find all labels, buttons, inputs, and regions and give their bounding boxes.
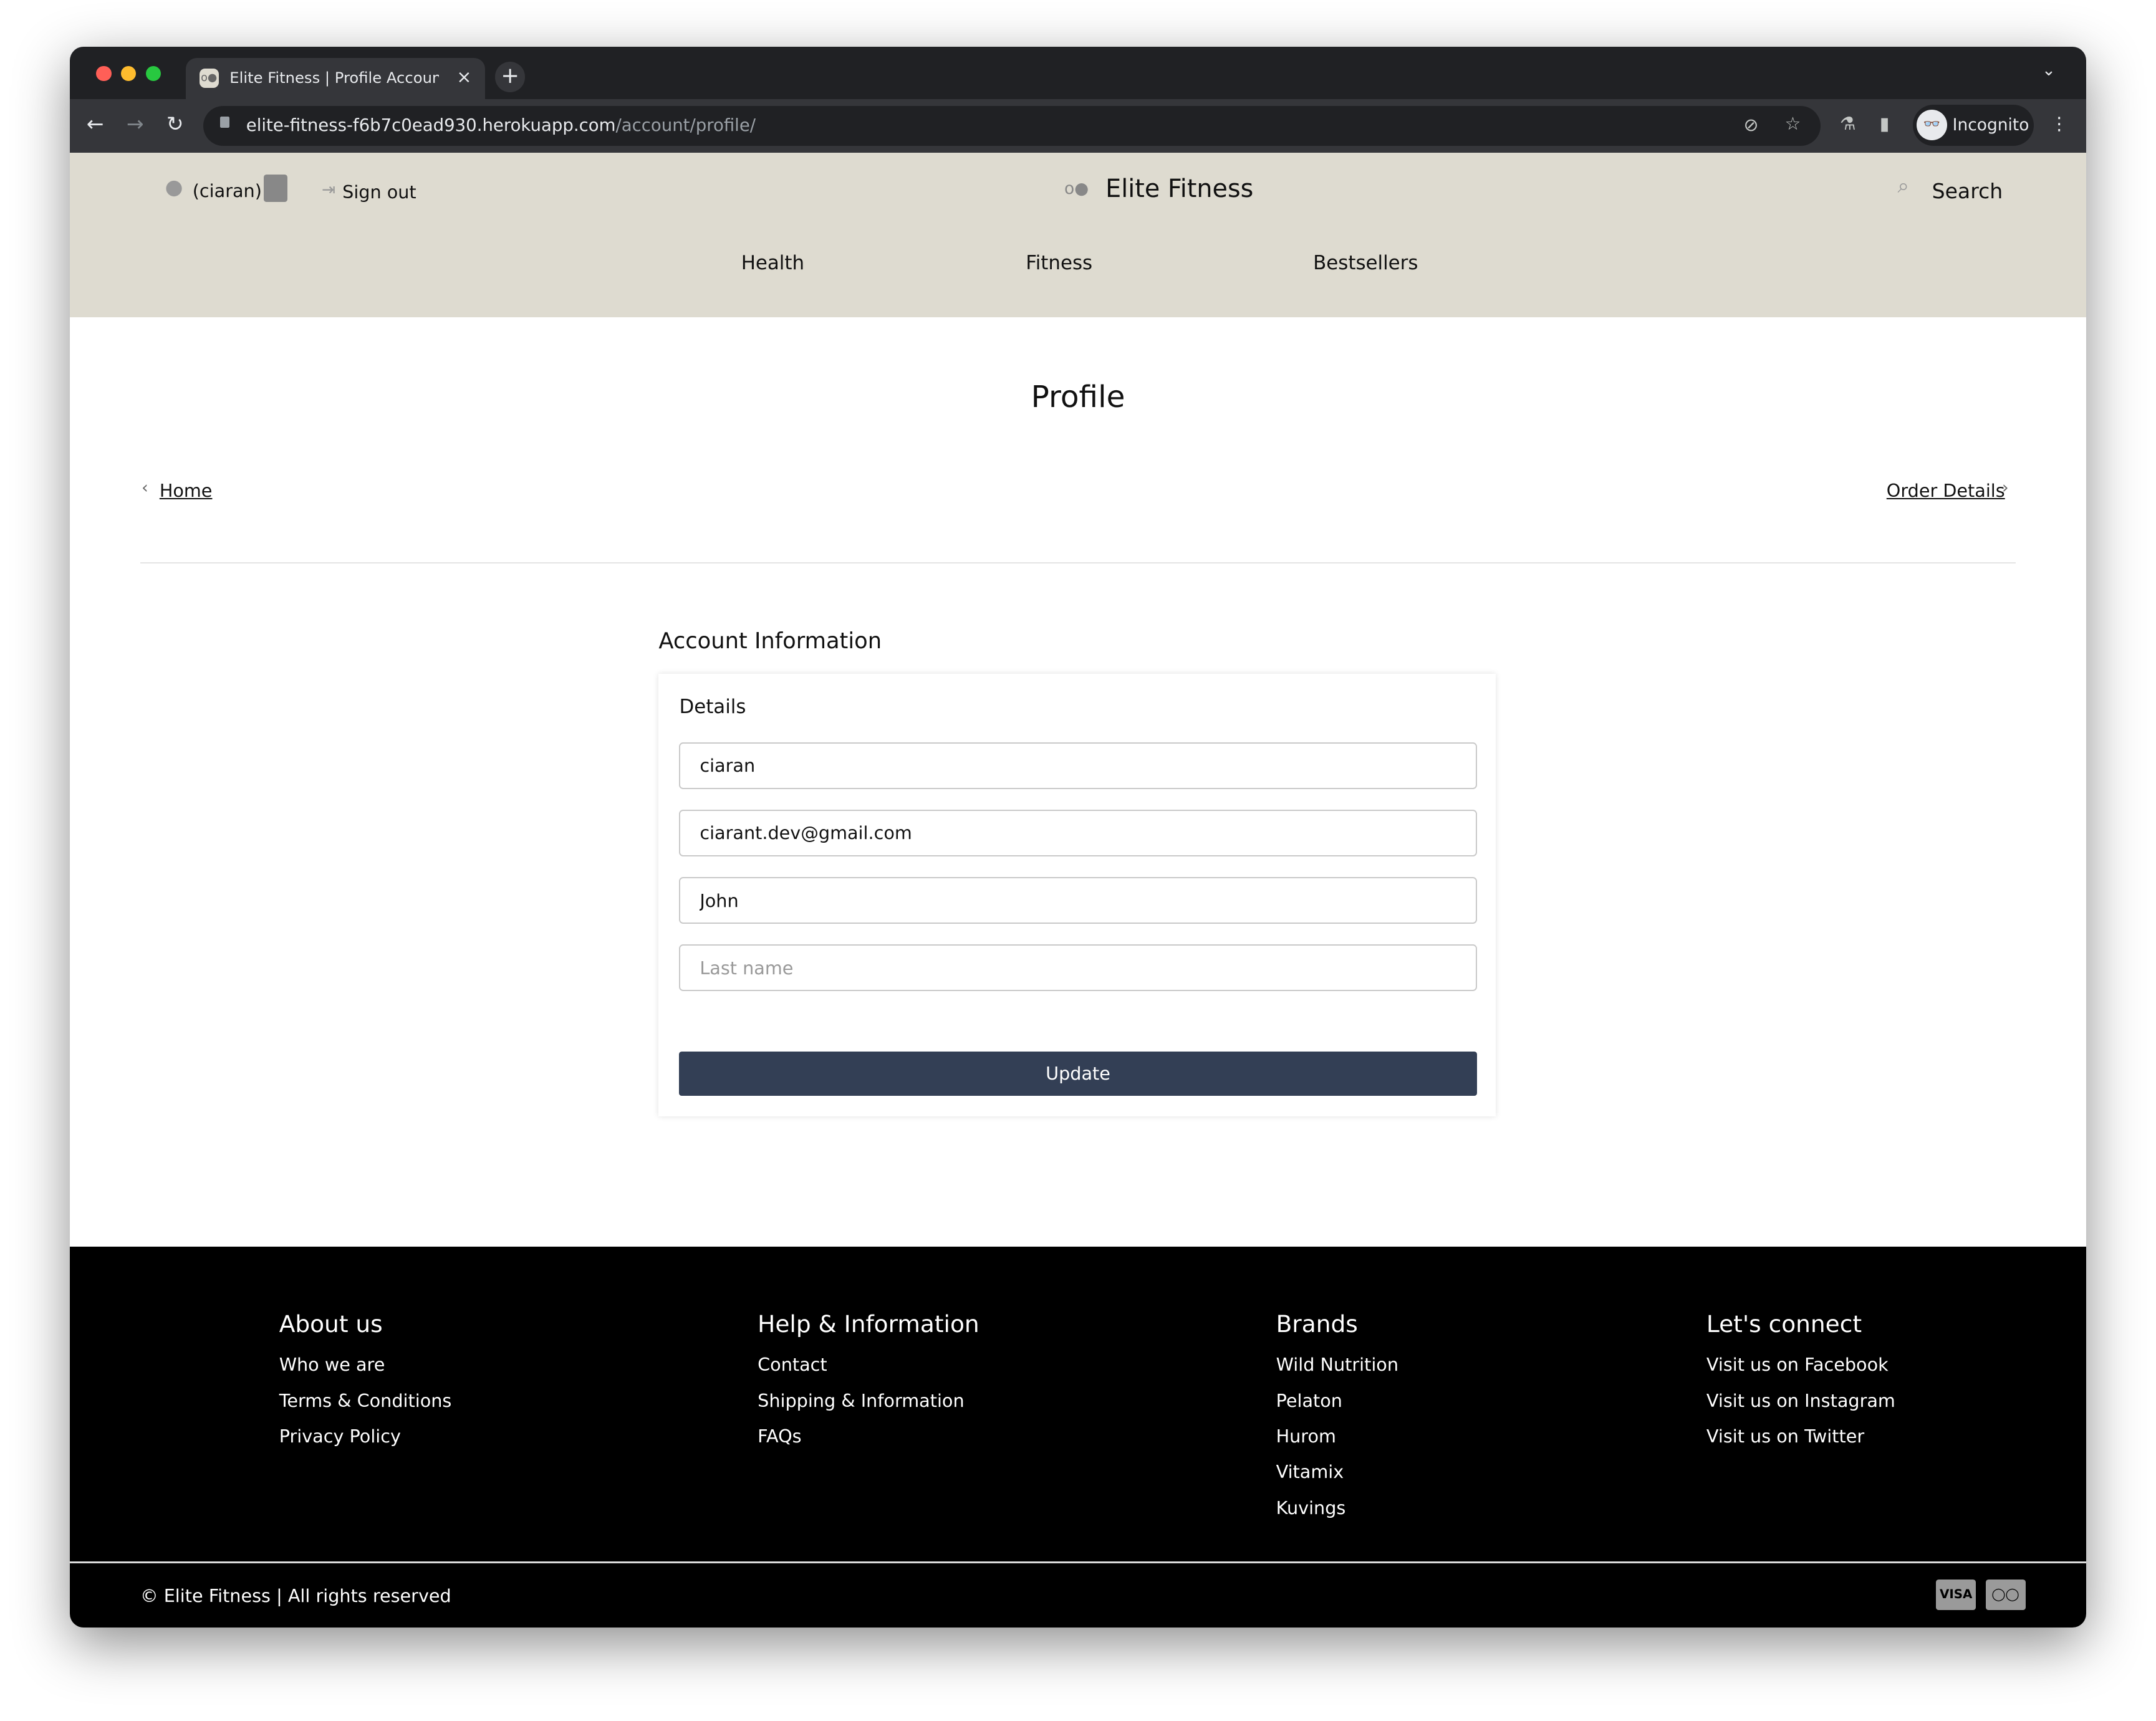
footer-link[interactable]: Kuvings	[1276, 1497, 1346, 1518]
menu-kebab-icon[interactable]: ⋮	[2050, 113, 2068, 134]
profile-label: Incognito	[1952, 115, 2029, 135]
update-button[interactable]: Update	[679, 1052, 1477, 1096]
footer-divider	[70, 1561, 2086, 1563]
new-tab-button[interactable]: +	[494, 62, 526, 92]
footer-link[interactable]: Contact	[758, 1354, 827, 1375]
url-path: /account/profile/	[615, 115, 756, 136]
brand-logo-icon: o●	[1064, 178, 1089, 198]
maximize-window-button[interactable]	[145, 65, 161, 82]
browser-window: o● Elite Fitness | Profile Account i × +…	[70, 46, 2086, 1628]
footer-link[interactable]: Who we are	[279, 1354, 385, 1375]
footer-link[interactable]: Visit us on Facebook	[1706, 1354, 1889, 1375]
footer-link[interactable]: FAQs	[758, 1426, 801, 1447]
footer-link[interactable]: Privacy Policy	[279, 1426, 401, 1447]
bookmark-star-icon[interactable]: ☆	[1785, 113, 1801, 134]
footer-link[interactable]: Visit us on Instagram	[1706, 1390, 1895, 1411]
email-field[interactable]	[679, 809, 1477, 856]
account-details-card: Details Update	[658, 673, 1496, 1116]
sign-out-link[interactable]: Sign out	[342, 181, 416, 203]
footer-link[interactable]: Visit us on Twitter	[1706, 1426, 1864, 1447]
site-header: ● (ciaran) ⇥ Sign out o● Elite Fitness ⌕…	[70, 152, 2086, 318]
visa-icon: VISA	[1936, 1579, 1976, 1610]
user-icon: ●	[165, 175, 183, 199]
divider	[140, 562, 2016, 564]
footer-link[interactable]: Shipping & Information	[758, 1390, 964, 1411]
browser-toolbar: ← → ↻ elite-fitness-f6b7c0ead930.herokua…	[70, 98, 2086, 153]
footer-link[interactable]: Wild Nutrition	[1276, 1354, 1398, 1375]
footer-link[interactable]: Hurom	[1276, 1426, 1336, 1447]
close-tab-icon[interactable]: ×	[456, 66, 471, 87]
footer-heading-brands: Brands	[1276, 1310, 1358, 1338]
incognito-icon: 👓	[1917, 110, 1947, 140]
lock-icon	[219, 117, 230, 128]
search-link[interactable]: Search	[1932, 179, 2003, 203]
tab-strip: o● Elite Fitness | Profile Account i × +…	[70, 46, 2086, 99]
mastercard-icon: ◯◯	[1985, 1579, 2026, 1610]
username[interactable]: (ciaran)	[193, 180, 262, 201]
browser-tab[interactable]: o● Elite Fitness | Profile Account i ×	[185, 57, 486, 99]
sign-out-icon: ⇥	[322, 180, 336, 199]
favicon-icon: o●	[199, 69, 219, 89]
minimize-window-button[interactable]	[121, 65, 137, 82]
forward-icon[interactable]: →	[127, 112, 144, 136]
footer-heading-connect: Let's connect	[1706, 1310, 1862, 1338]
shopping-bag-icon[interactable]	[264, 175, 287, 203]
copyright: © Elite Fitness | All rights reserved	[140, 1584, 451, 1606]
search-icon[interactable]: ⌕	[1897, 173, 1909, 198]
last-name-field[interactable]	[679, 944, 1477, 992]
side-panel-icon[interactable]: ▮	[1880, 113, 1890, 134]
order-details-link[interactable]: Order Details	[1887, 480, 2005, 501]
tab-title: Elite Fitness | Profile Account i	[229, 69, 439, 87]
address-bar[interactable]: elite-fitness-f6b7c0ead930.herokuapp.com…	[203, 105, 1821, 146]
footer-heading-help: Help & Information	[758, 1310, 979, 1338]
nav-health[interactable]: Health	[741, 252, 804, 274]
footer-link[interactable]: Pelaton	[1276, 1390, 1342, 1411]
back-icon[interactable]: ←	[87, 112, 104, 136]
tab-search-chevron-icon[interactable]: ⌄	[2042, 60, 2056, 80]
labs-flask-icon[interactable]: ⚗	[1840, 113, 1856, 134]
reload-icon[interactable]: ↻	[166, 112, 184, 136]
footer-link[interactable]: Terms & Conditions	[279, 1390, 452, 1411]
chevron-left-icon: ‹	[142, 478, 148, 498]
eye-off-icon[interactable]: ⊘	[1743, 114, 1758, 135]
home-link[interactable]: Home	[160, 480, 213, 501]
footer-link[interactable]: Vitamix	[1276, 1461, 1344, 1482]
footer: About us Who we are Terms & Conditions P…	[70, 1247, 2086, 1628]
nav-fitness[interactable]: Fitness	[1026, 252, 1092, 274]
close-window-button[interactable]	[96, 65, 112, 82]
card-title: Details	[679, 695, 746, 718]
nav-bestsellers[interactable]: Bestsellers	[1313, 252, 1418, 274]
url-host: elite-fitness-f6b7c0ead930.herokuapp.com	[246, 115, 616, 136]
chevron-right-icon: ›	[2002, 478, 2009, 498]
section-title: Account Information	[658, 628, 882, 654]
page-title: Profile	[1031, 379, 1125, 415]
incognito-profile-button[interactable]: 👓 Incognito	[1912, 104, 2034, 146]
first-name-field[interactable]	[679, 877, 1477, 924]
brand-name[interactable]: Elite Fitness	[1105, 175, 1253, 203]
footer-heading-about: About us	[279, 1310, 383, 1338]
username-field[interactable]	[679, 742, 1477, 789]
